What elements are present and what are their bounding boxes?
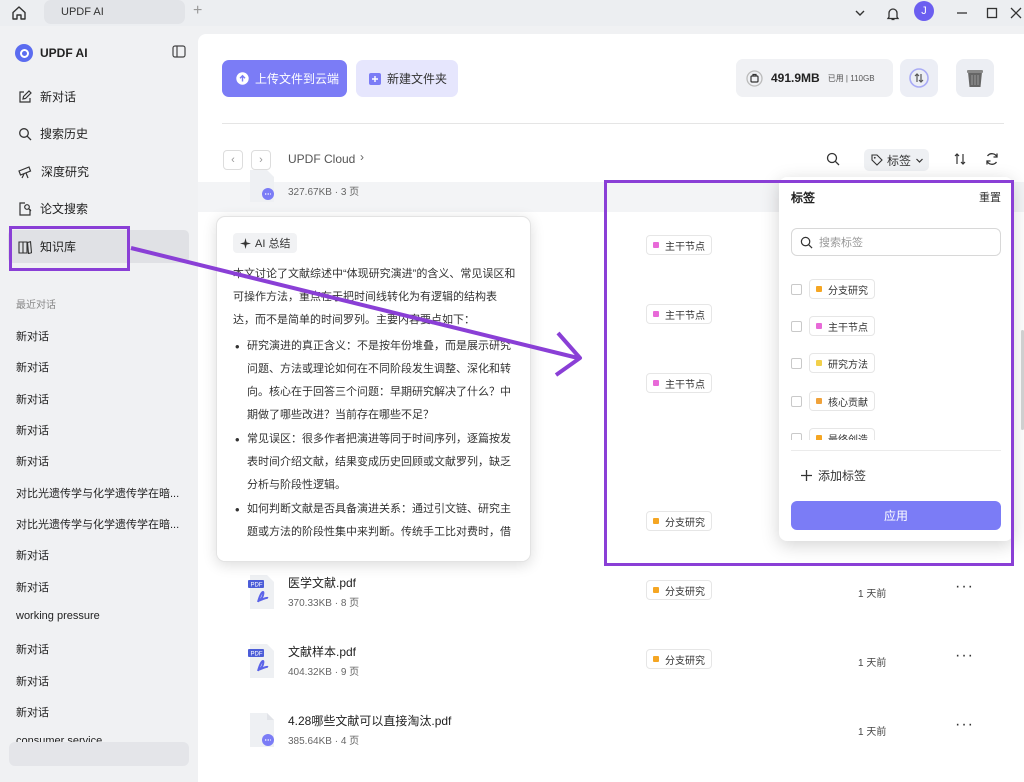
annotation-arrow — [130, 246, 582, 377]
